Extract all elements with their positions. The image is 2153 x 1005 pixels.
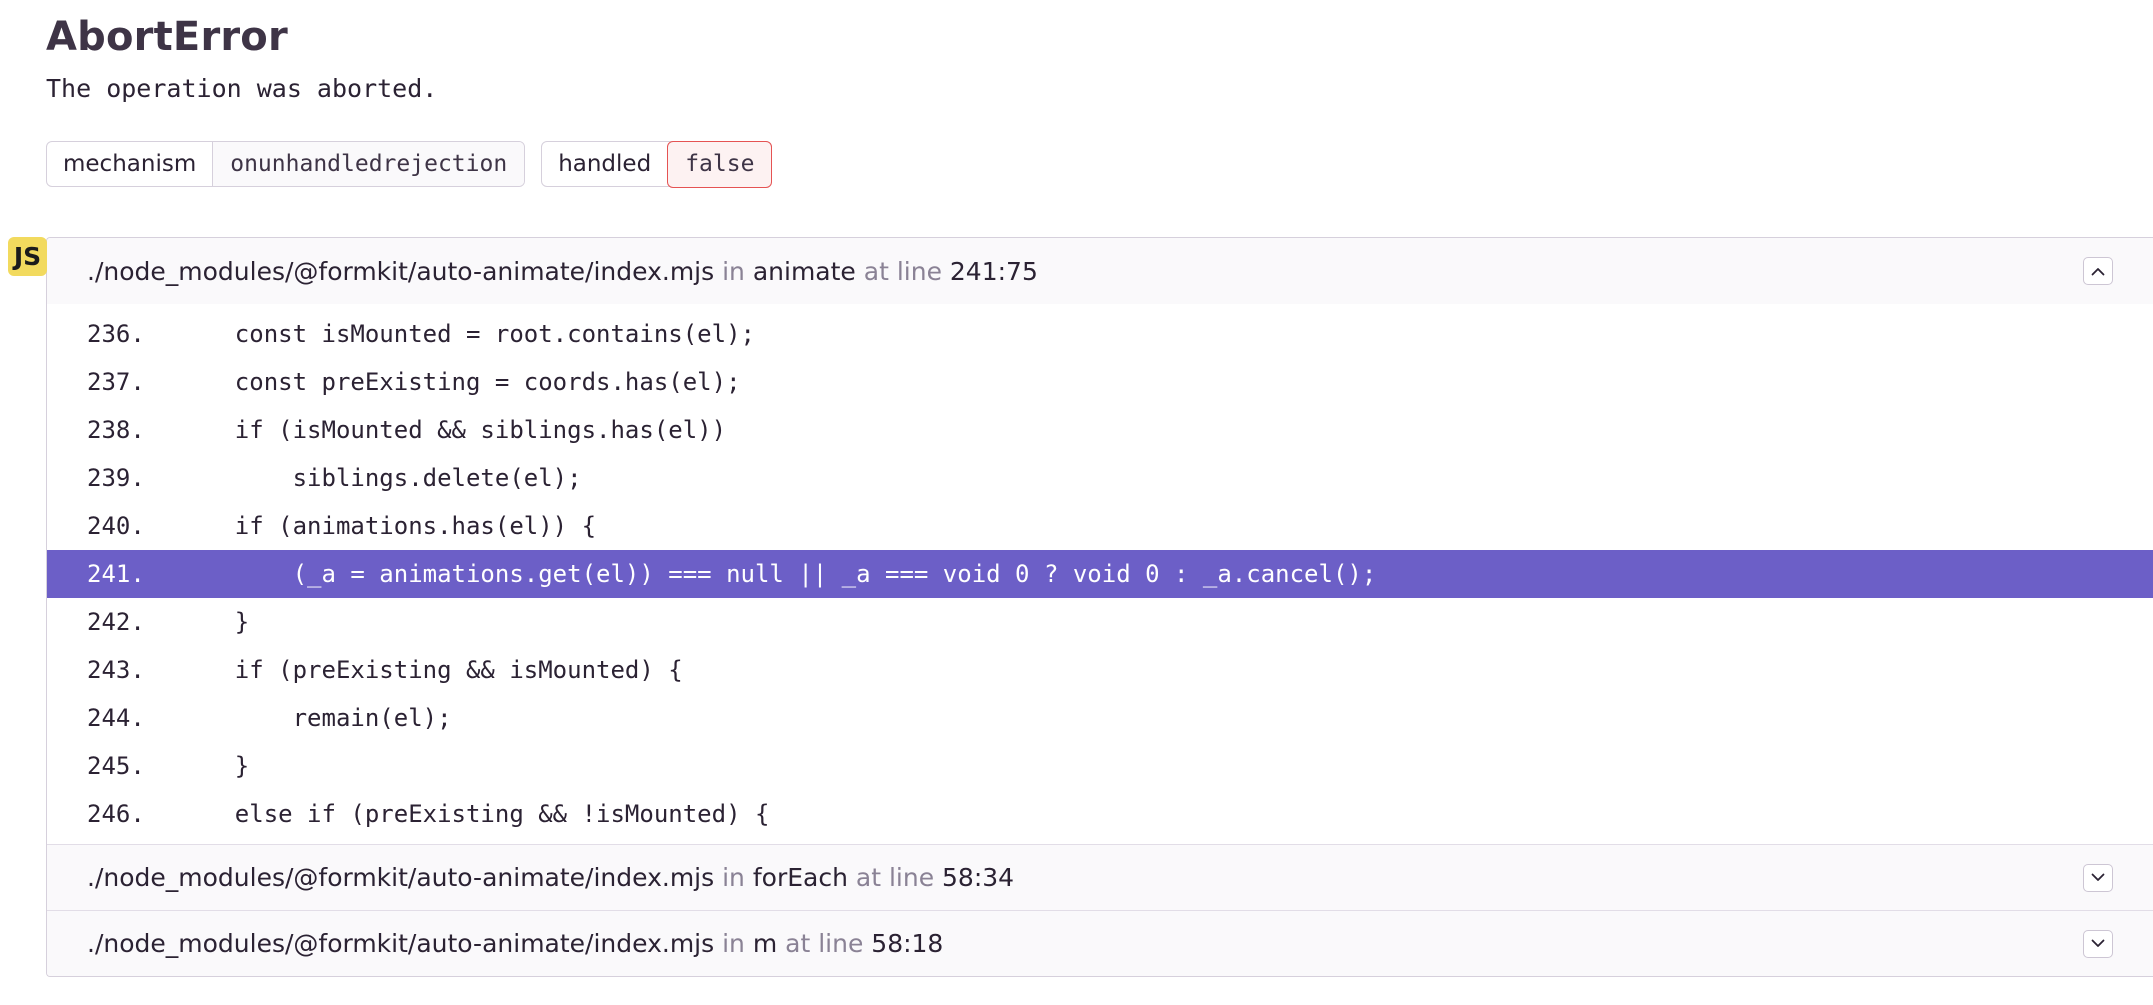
line-number: 237. [87,368,145,396]
frame-filename: ./node_modules/@formkit/auto-animate/ind… [87,929,715,958]
chevron-down-icon [2091,873,2105,881]
frame-function: m [752,929,778,958]
line-source: remain(el); [177,704,452,732]
line-source: siblings.delete(el); [177,464,582,492]
line-source: } [177,752,250,780]
tag-key: handled [558,151,652,177]
frame-function: animate [752,256,856,286]
code-line: 239. siblings.delete(el); [47,454,2153,502]
line-number: 236. [87,320,145,348]
frame-in-label: in [722,256,745,286]
tag-key: mechanism [63,151,197,177]
frame-function: forEach [752,863,848,892]
code-line: 242. } [47,598,2153,646]
line-source: if (isMounted && siblings.has(el)) [177,416,727,444]
frame-location: 58:34 [942,863,1015,892]
frame-in-label: in [722,929,745,958]
tag-handled[interactable]: handled false [541,140,773,188]
code-line: 238. if (isMounted && siblings.has(el)) [47,406,2153,454]
chevron-down-icon [2091,939,2105,947]
line-source: else if (preExisting && !isMounted) { [177,800,770,828]
collapse-frame-button[interactable] [2083,257,2113,285]
line-source: (_a = animations.get(el)) === null || _a… [177,560,1377,588]
line-number: 238. [87,416,145,444]
frame-filename: ./node_modules/@formkit/auto-animate/ind… [87,256,715,286]
code-line: 236. const isMounted = root.contains(el)… [47,310,2153,358]
javascript-platform-icon: JS [8,237,47,276]
stack-frame-header[interactable]: ./node_modules/@formkit/auto-animate/ind… [47,238,2153,304]
code-line: 245. } [47,742,2153,790]
stack-trace: ./node_modules/@formkit/auto-animate/ind… [46,237,2153,977]
chevron-up-icon [2091,267,2105,275]
code-line: 237. const preExisting = coords.has(el); [47,358,2153,406]
code-line: 240. if (animations.has(el)) { [47,502,2153,550]
tag-list: mechanism onunhandledrejection handled f… [46,140,773,188]
line-number: 244. [87,704,145,732]
frame-location: 58:18 [871,929,944,958]
line-number: 241. [87,560,145,588]
stack-frame-header[interactable]: ./node_modules/@formkit/auto-animate/ind… [47,844,2153,910]
code-line: 244. remain(el); [47,694,2153,742]
frame-at-line-label: at line [855,863,935,892]
line-source: const preExisting = coords.has(el); [177,368,741,396]
error-title: AbortError [46,14,288,60]
frame-location: 241:75 [949,256,1038,286]
line-source: if (animations.has(el)) { [177,512,597,540]
line-number: 239. [87,464,145,492]
line-number: 243. [87,656,145,684]
error-message: The operation was aborted. [46,74,438,103]
expand-frame-button[interactable] [2083,863,2113,892]
line-source: } [177,608,250,636]
line-number: 246. [87,800,145,828]
line-number: 245. [87,752,145,780]
stack-frame-header[interactable]: ./node_modules/@formkit/auto-animate/ind… [47,910,2153,976]
frame-at-line-label: at line [863,256,942,286]
frame-filename: ./node_modules/@formkit/auto-animate/ind… [87,863,715,892]
frame-at-line-label: at line [785,929,864,958]
tag-mechanism[interactable]: mechanism onunhandledrejection [46,141,526,187]
line-number: 242. [87,608,145,636]
code-line: 243. if (preExisting && isMounted) { [47,646,2153,694]
line-number: 240. [87,512,145,540]
code-context: 236. const isMounted = root.contains(el)… [47,304,2153,844]
line-source: if (preExisting && isMounted) { [177,656,683,684]
code-line-highlighted: 241. (_a = animations.get(el)) === null … [47,550,2153,598]
code-line: 246. else if (preExisting && !isMounted)… [47,790,2153,838]
tag-value: false [667,140,773,188]
tag-value: onunhandledrejection [212,142,525,186]
line-source: const isMounted = root.contains(el); [177,320,755,348]
frame-in-label: in [722,863,745,892]
expand-frame-button[interactable] [2083,929,2113,958]
